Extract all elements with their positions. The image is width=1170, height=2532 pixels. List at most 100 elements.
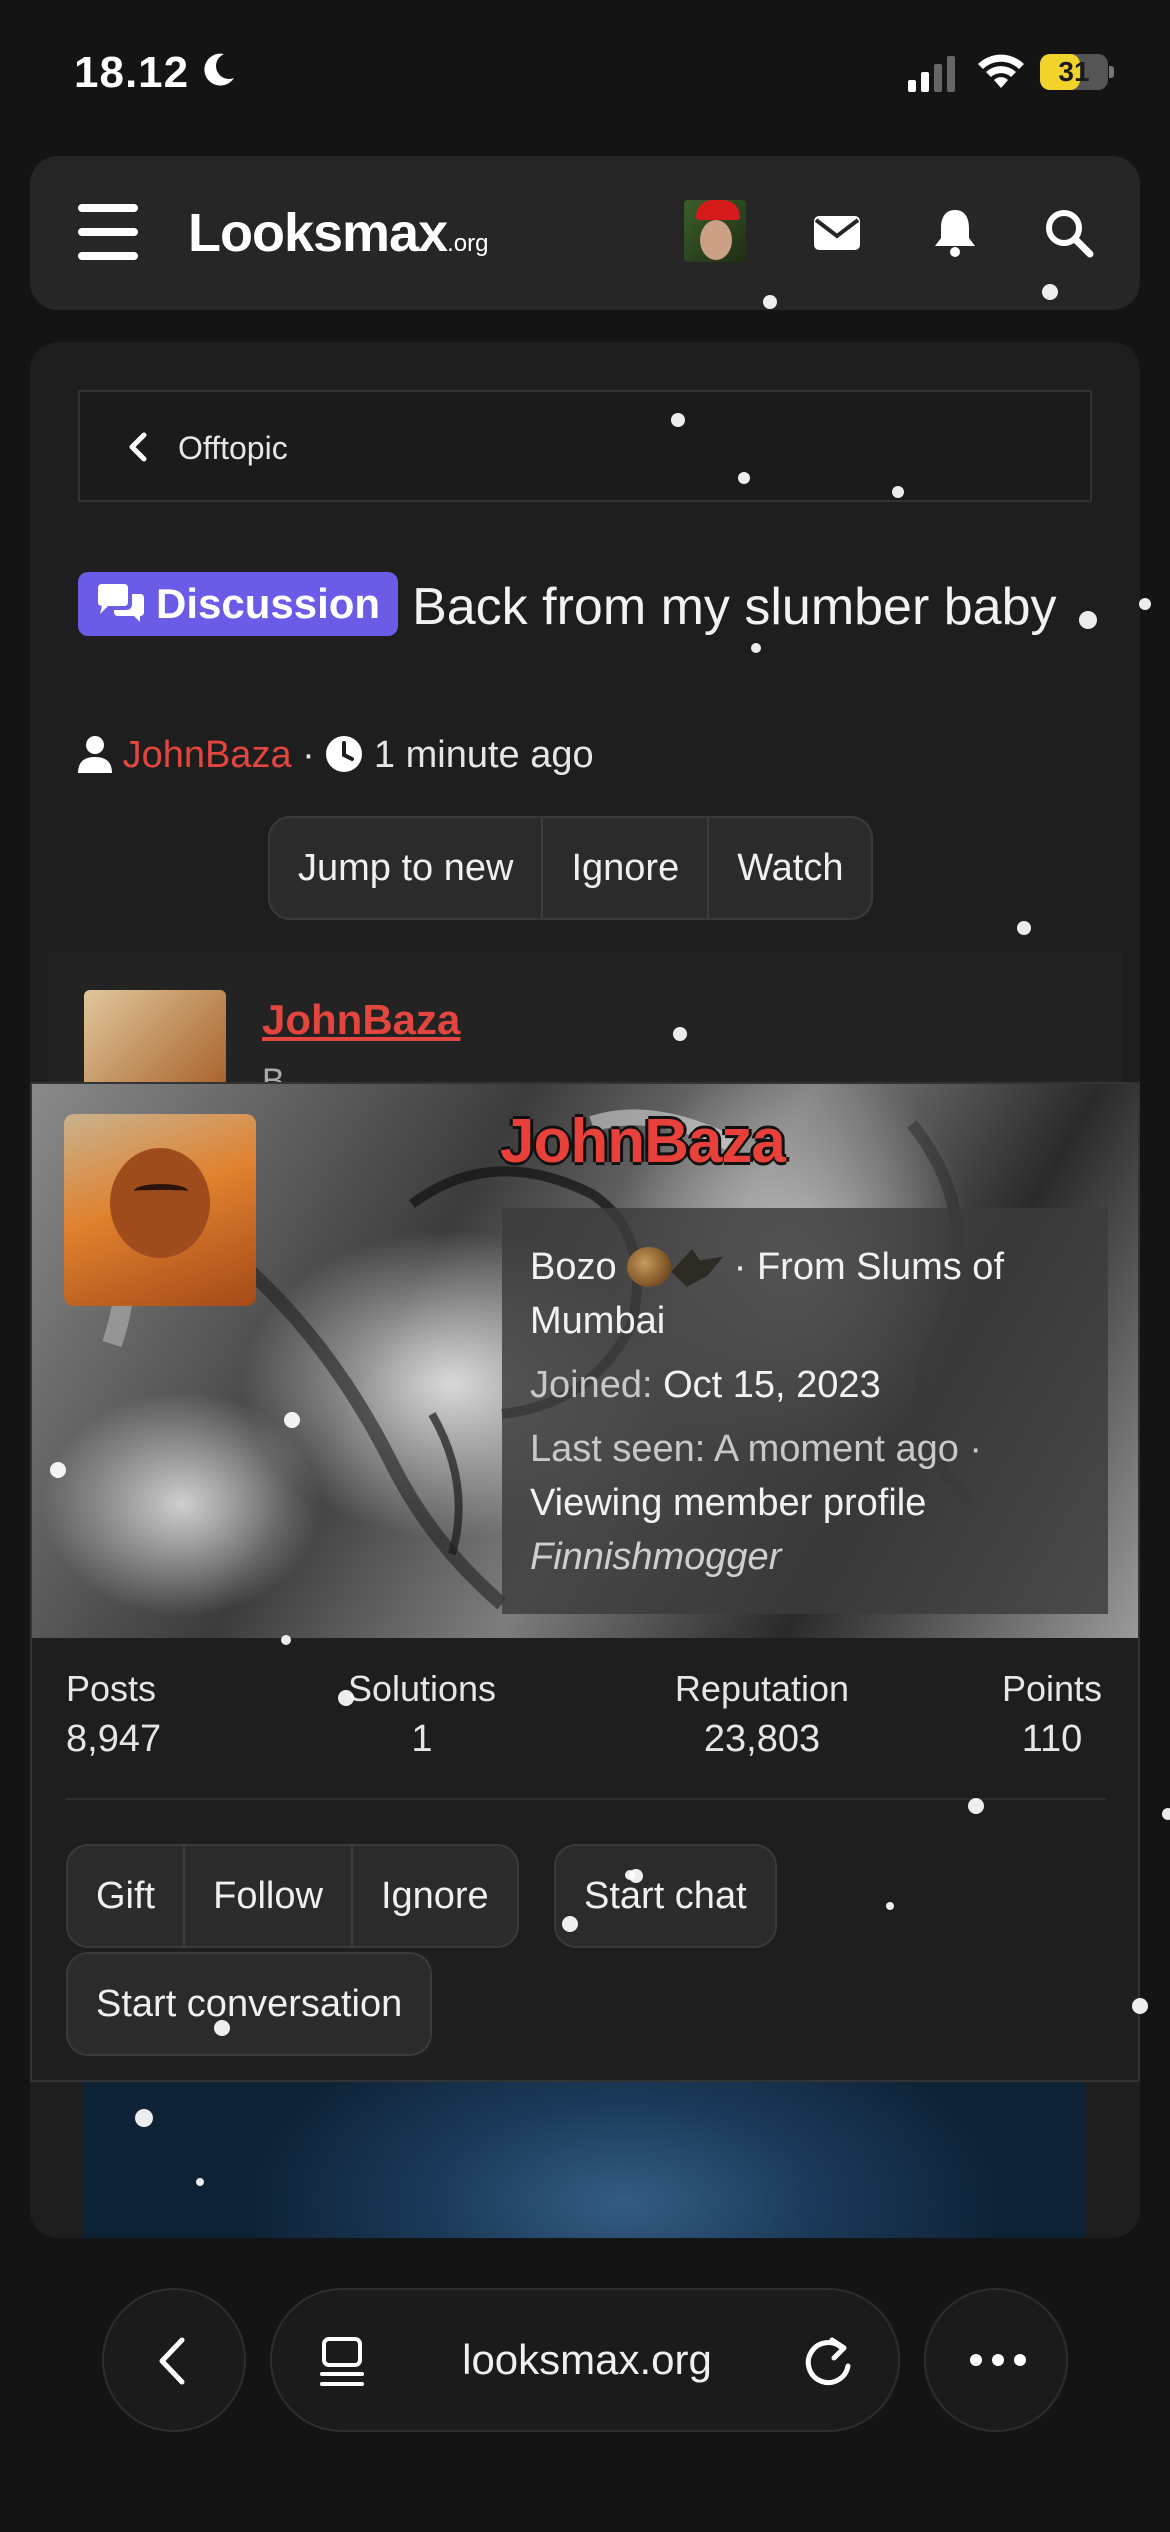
snowflake [196, 2178, 204, 2186]
joined-label: Joined: [530, 1364, 653, 1406]
chevron-left-icon [129, 432, 147, 462]
site-logo[interactable]: Looksmax.org [188, 202, 488, 264]
menu-icon[interactable] [78, 204, 138, 260]
back-button[interactable] [102, 2288, 246, 2432]
thread-card: Offtopic Discussion Back from my slumber … [30, 342, 1140, 2238]
user-title: Bozo [530, 1246, 617, 1288]
snowflake [281, 1635, 291, 1645]
last-seen-value: A moment ago · [713, 1428, 983, 1470]
moon-icon [204, 53, 234, 86]
avatar[interactable] [684, 200, 746, 262]
snowflake [886, 1902, 894, 1910]
logo-main: Looksmax [188, 203, 448, 263]
snowflake [1042, 284, 1058, 300]
snowflake [135, 2109, 153, 2127]
thread-prefix-label: Discussion [156, 580, 381, 627]
stat-value: 110 [1021, 1718, 1083, 1760]
chevron-left-icon [159, 2337, 185, 2385]
more-options-button[interactable] [924, 2288, 1068, 2432]
stat-value: 1 [411, 1718, 433, 1760]
stat-label: Posts [66, 1668, 157, 1709]
signal-icon [908, 56, 955, 92]
status-bar: 18.12 31 [0, 0, 1170, 150]
divider [66, 1798, 1106, 1800]
post-author-name[interactable]: JohnBaza [262, 996, 460, 1044]
stat-reputation[interactable]: Reputation 23,803 [642, 1668, 882, 1761]
snowflake [1017, 921, 1031, 935]
profile-info-box: Bozo · From Slums of Mumbai Joined: Oct … [502, 1208, 1108, 1614]
snowflake [625, 1870, 635, 1880]
stat-points[interactable]: Points 110 [992, 1668, 1112, 1761]
stat-value: 23,803 [703, 1718, 821, 1760]
start-chat-button[interactable]: Start chat [556, 1846, 775, 1946]
snowflake [214, 2020, 230, 2036]
breadcrumb[interactable]: Offtopic [78, 390, 1092, 502]
stat-value: 8,947 [66, 1718, 162, 1760]
snowflake [671, 413, 685, 427]
bat-emoji [671, 1249, 724, 1287]
jump-to-new-button[interactable]: Jump to new [270, 818, 544, 918]
snowflake [751, 643, 761, 653]
site-header: Looksmax.org [30, 156, 1140, 310]
profile-avatar[interactable] [64, 1114, 256, 1306]
address-bar[interactable]: looksmax.org [270, 2288, 900, 2432]
meta-separator: · [302, 734, 326, 776]
snowflake [1139, 598, 1151, 610]
start-chat-group: Start chat [554, 1844, 777, 1948]
user-icon [78, 736, 112, 773]
start-conversation-button[interactable]: Start conversation [68, 1954, 430, 2054]
custom-title: Finnishmogger [530, 1536, 782, 1578]
snowflake [1162, 1808, 1170, 1820]
thread-title: Discussion Back from my slumber baby [78, 570, 1078, 644]
snowflake [763, 295, 777, 309]
gift-button[interactable]: Gift [68, 1846, 186, 1946]
stat-solutions[interactable]: Solutions 1 [332, 1668, 512, 1761]
logo-suffix: .org [447, 230, 489, 257]
user-activity: Viewing member profile [530, 1482, 927, 1524]
snowflake [50, 1462, 66, 1478]
stat-posts[interactable]: Posts 8,947 [66, 1668, 161, 1761]
breadcrumb-label: Offtopic [178, 430, 288, 466]
snowflake [673, 1027, 687, 1041]
snowflake [1079, 611, 1097, 629]
status-time: 18.12 [74, 48, 190, 97]
thread-meta: JohnBaza · 1 minute ago [78, 734, 594, 777]
snowflake [892, 486, 904, 498]
thread-prefix-tag[interactable]: Discussion [78, 572, 399, 636]
battery-icon: 31 [1040, 54, 1114, 90]
stat-label: Solutions [347, 1668, 497, 1709]
reload-icon[interactable] [802, 2334, 856, 2390]
browser-toolbar: looksmax.org [0, 2238, 1170, 2532]
snowflake [284, 1412, 300, 1428]
thread-author-link[interactable]: JohnBaza [123, 734, 292, 776]
search-icon[interactable] [1042, 206, 1096, 260]
post-image [84, 2082, 1086, 2238]
ignore-thread-button[interactable]: Ignore [543, 818, 710, 918]
profile-banner: JohnBaza Bozo · From Slums of Mumbai Joi… [32, 1084, 1138, 1638]
clock-icon [326, 736, 363, 772]
more-icon [970, 2354, 1026, 2366]
watch-thread-button[interactable]: Watch [709, 818, 871, 918]
ignore-member-button[interactable]: Ignore [353, 1846, 517, 1946]
profile-action-group: Gift Follow Ignore [66, 1844, 519, 1948]
chat-bubbles-icon [98, 584, 144, 622]
snowflake [1132, 1998, 1148, 2014]
mail-icon[interactable] [810, 206, 864, 260]
start-conversation-group: Start conversation [66, 1952, 433, 2056]
joined-value: Oct 15, 2023 [663, 1364, 881, 1406]
wifi-icon [978, 54, 1024, 88]
profile-username[interactable]: JohnBaza [500, 1106, 786, 1177]
monkey-emoji [627, 1247, 672, 1287]
member-tooltip: JohnBaza Bozo · From Slums of Mumbai Joi… [30, 1082, 1140, 2082]
snowflake [968, 1798, 984, 1814]
bell-icon[interactable] [928, 206, 982, 260]
snowflake [562, 1916, 578, 1932]
stat-label: Reputation [674, 1668, 850, 1709]
battery-level: 31 [1058, 56, 1090, 87]
stat-label: Points [1001, 1668, 1103, 1709]
thread-title-text: Back from my slumber baby [412, 578, 1057, 636]
post-author-avatar[interactable] [84, 990, 226, 1090]
thread-actions: Jump to new Ignore Watch [268, 816, 874, 920]
thread-time: 1 minute ago [373, 734, 594, 776]
follow-button[interactable]: Follow [185, 1846, 353, 1946]
